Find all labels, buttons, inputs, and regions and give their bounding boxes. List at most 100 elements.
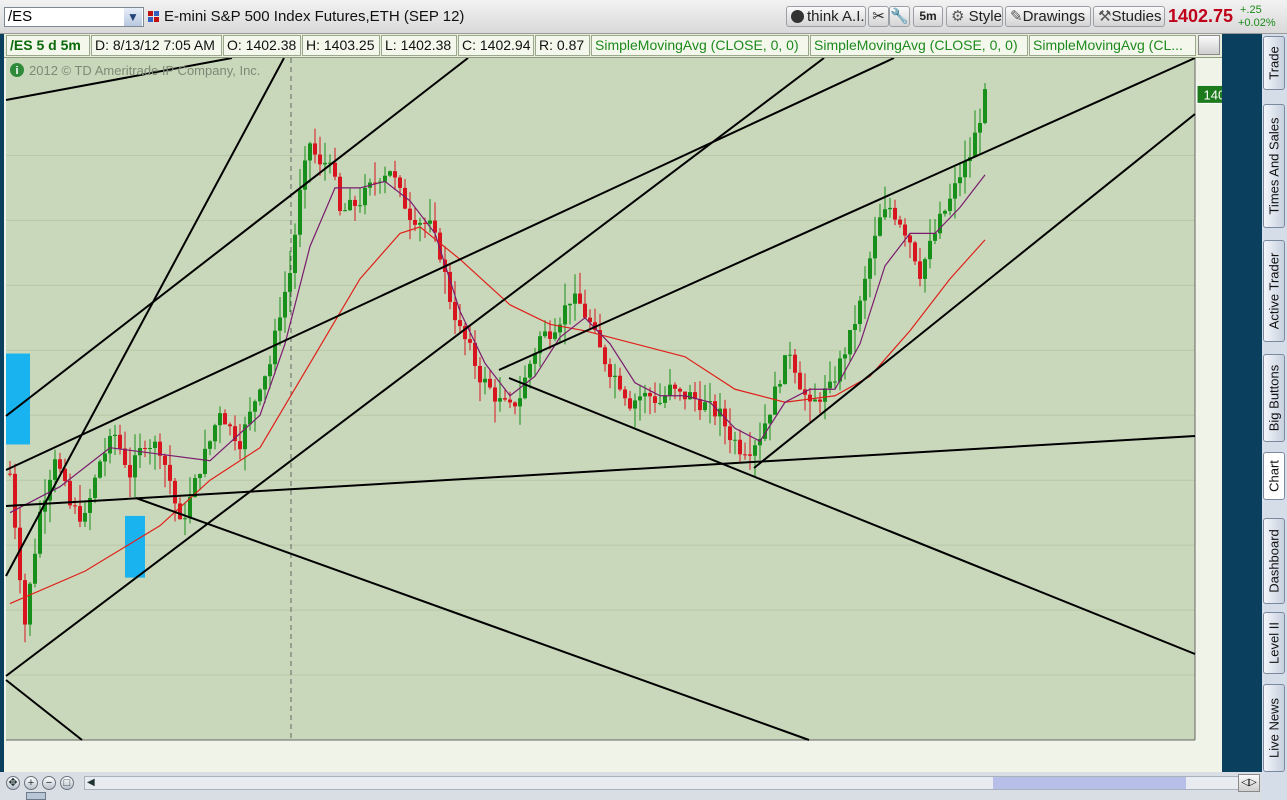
zoom-reset-icon[interactable]: □ — [60, 776, 74, 790]
candle-up — [323, 162, 327, 165]
candle-down — [73, 505, 77, 507]
candle-up — [218, 413, 222, 426]
candle-up — [638, 396, 642, 401]
candle-down — [738, 439, 742, 455]
studies-button[interactable]: ⚒Studies — [1093, 6, 1165, 27]
candle-down — [333, 162, 337, 177]
symbol-dropdown-button[interactable]: ▼ — [124, 8, 142, 26]
candle-down — [898, 219, 902, 225]
candle-down — [748, 454, 752, 456]
side-tab-dashboard[interactable]: Dashboard — [1263, 518, 1285, 604]
side-tab-level-ii[interactable]: Level II — [1263, 612, 1285, 674]
candle-up — [563, 305, 567, 325]
candle-down — [168, 464, 172, 481]
wrench-icon[interactable]: 🔧 — [889, 6, 910, 27]
candle-up — [888, 207, 892, 210]
candle-down — [173, 480, 177, 504]
price-chart[interactable]: 1394139513961397139813991400140114021214… — [4, 58, 1222, 772]
candle-up — [133, 455, 137, 478]
candle-up — [38, 511, 42, 554]
candle-up — [203, 448, 207, 474]
candle-down — [313, 143, 317, 155]
candle-down — [903, 224, 907, 236]
candle-up — [663, 395, 667, 403]
scroll-left-icon[interactable]: ◀ — [87, 775, 95, 791]
candle-up — [963, 161, 967, 178]
candle-up — [83, 512, 87, 522]
study-label-sma-1[interactable]: SimpleMovingAvg (CLOSE, 0, 0) — [591, 35, 809, 56]
candle-down — [743, 454, 747, 456]
side-tab-live-news[interactable]: Live News — [1263, 684, 1285, 772]
candle-up — [428, 220, 432, 224]
side-tab-active-trader[interactable]: Active Trader — [1263, 240, 1285, 342]
candle-down — [653, 396, 657, 403]
candle-up — [388, 171, 392, 176]
candle-down — [13, 473, 17, 528]
percent-change: +0.02% — [1238, 17, 1276, 29]
candle-down — [793, 354, 797, 373]
expand-handle[interactable] — [26, 792, 46, 800]
brain-icon — [791, 10, 804, 23]
candle-up — [358, 205, 362, 207]
candle-down — [578, 293, 582, 304]
candle-up — [873, 235, 877, 259]
candle-up — [783, 355, 787, 385]
crosshair-tool-icon[interactable]: ✂ — [868, 6, 889, 27]
symbol-period-label: /ES 5 d 5m — [6, 35, 90, 56]
candle-up — [483, 378, 487, 383]
candle-up — [288, 273, 292, 292]
time-axis-icon[interactable]: ◁▷ — [1238, 774, 1260, 792]
zoom-out-icon[interactable]: − — [42, 776, 56, 790]
last-price: 1402.75 — [1168, 6, 1234, 26]
candle-up — [813, 399, 817, 402]
candle-up — [983, 89, 987, 124]
candle-up — [103, 453, 107, 462]
candle-down — [913, 242, 917, 262]
side-tab-chart[interactable]: Chart — [1263, 452, 1285, 500]
chart-layout-icon[interactable] — [1198, 35, 1220, 55]
side-tab-big-buttons[interactable]: Big Buttons — [1263, 354, 1285, 442]
study-label-sma-3[interactable]: SimpleMovingAvg (CL... — [1029, 35, 1196, 56]
candle-down — [458, 320, 462, 327]
study-label-sma-2[interactable]: SimpleMovingAvg (CLOSE, 0, 0) — [810, 35, 1028, 56]
candle-down — [393, 171, 397, 178]
candle-down — [608, 364, 612, 377]
candle-down — [908, 235, 912, 243]
scrollbar-thumb[interactable] — [993, 777, 1186, 789]
candle-up — [843, 354, 847, 359]
candle-down — [338, 176, 342, 212]
candle-up — [268, 364, 272, 377]
style-button[interactable]: ⚙ Style — [946, 6, 1003, 27]
timeframe-button[interactable]: 5m — [913, 6, 943, 27]
candle-up — [28, 583, 32, 625]
candle-down — [398, 177, 402, 188]
side-tab-trade[interactable]: Trade — [1263, 36, 1285, 90]
pan-icon[interactable]: ✥ — [6, 776, 20, 790]
drawings-button[interactable]: ✎Drawings — [1005, 6, 1091, 27]
candle-down — [143, 448, 147, 450]
candle-up — [198, 473, 202, 479]
candle-up — [308, 143, 312, 161]
candle-down — [648, 392, 652, 397]
candle-up — [633, 400, 637, 409]
candle-up — [878, 217, 882, 236]
candle-up — [788, 354, 792, 356]
candle-down — [453, 301, 457, 321]
symbol-input[interactable]: /ES — [4, 7, 144, 27]
think-ai-button[interactable]: think A.I. — [786, 6, 866, 27]
price-axis — [1195, 58, 1222, 772]
candle-up — [978, 123, 982, 133]
symbol-grid-icon[interactable] — [148, 10, 160, 22]
net-change: +.25 — [1240, 4, 1262, 16]
candle-down — [118, 434, 122, 449]
chart-canvas[interactable]: 1394139513961397139813991400140114021214… — [4, 58, 1222, 772]
candle-up — [948, 198, 952, 211]
high-value: H: 1403.25 — [302, 35, 380, 56]
candle-up — [93, 477, 97, 499]
candle-down — [678, 388, 682, 392]
candle-down — [123, 448, 127, 465]
zoom-in-icon[interactable]: + — [24, 776, 38, 790]
candle-up — [253, 401, 257, 412]
candle-up — [833, 381, 837, 383]
side-tab-times-and-sales[interactable]: Times And Sales — [1263, 104, 1285, 228]
